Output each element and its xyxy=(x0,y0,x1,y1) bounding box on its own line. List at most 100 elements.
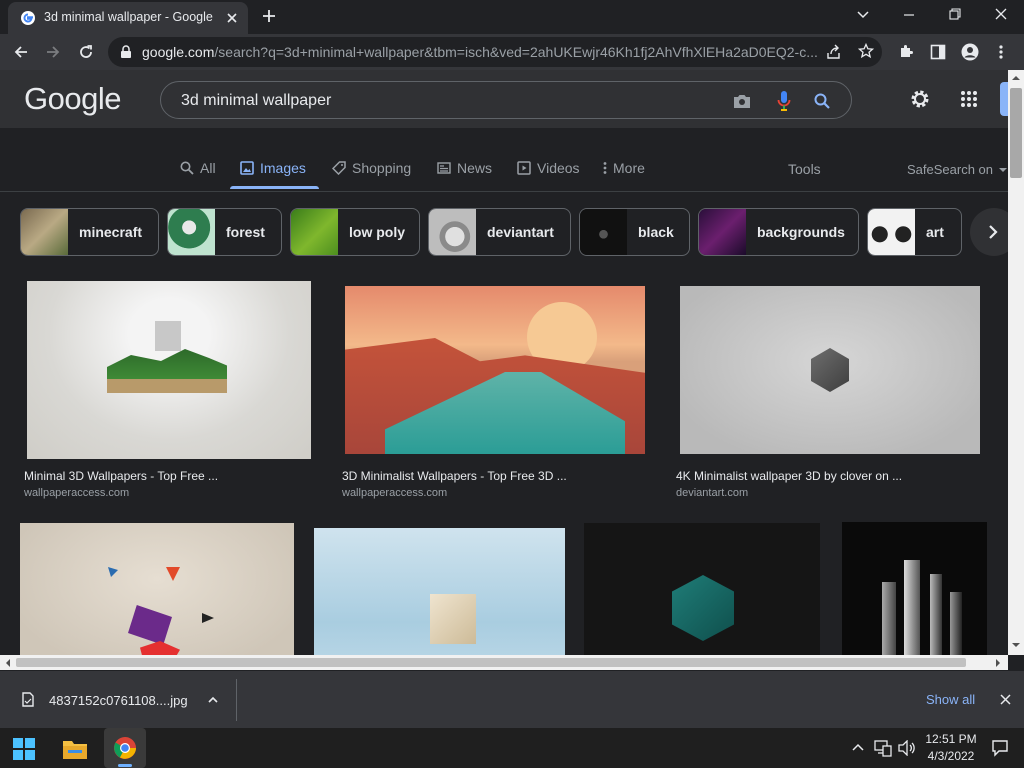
result-caption[interactable]: 4K Minimalist wallpaper 3D by clover on … xyxy=(676,469,902,483)
network-icon[interactable] xyxy=(874,739,892,757)
windows-start-icon[interactable] xyxy=(13,738,35,760)
download-item[interactable]: 4837152c0761108....jpg xyxy=(12,683,236,717)
result-image[interactable] xyxy=(584,523,820,655)
chip-label: deviantart xyxy=(487,224,554,240)
reload-icon[interactable] xyxy=(78,44,94,60)
chip-deviantart[interactable]: deviantart xyxy=(428,208,571,256)
minimize-icon[interactable] xyxy=(903,9,915,21)
chip-low-poly[interactable]: low poly xyxy=(290,208,420,256)
result-image[interactable] xyxy=(345,286,645,454)
chip-black[interactable]: black xyxy=(579,208,690,256)
notification-icon[interactable] xyxy=(991,739,1009,757)
google-logo[interactable]: Google xyxy=(24,81,121,117)
chip-thumbnail xyxy=(168,209,215,255)
account-button-edge[interactable] xyxy=(1000,82,1008,116)
back-arrow-icon[interactable] xyxy=(13,44,29,60)
pillar-shape xyxy=(930,574,942,655)
scroll-up-icon[interactable] xyxy=(1012,75,1020,81)
vertical-scrollbar[interactable] xyxy=(1008,70,1024,655)
chips-next-button[interactable] xyxy=(970,208,1008,256)
side-panel-icon[interactable] xyxy=(930,44,946,60)
tab-news[interactable]: News xyxy=(437,160,492,176)
profile-avatar-icon[interactable] xyxy=(961,43,979,61)
restore-icon[interactable] xyxy=(949,8,961,20)
close-download-shelf-icon[interactable] xyxy=(1000,694,1011,705)
tab-shopping[interactable]: Shopping xyxy=(332,160,411,176)
new-tab-icon[interactable] xyxy=(262,9,276,23)
image-shape xyxy=(107,379,227,393)
scroll-right-icon[interactable] xyxy=(995,659,1001,667)
search-icon[interactable] xyxy=(814,93,830,109)
result-image[interactable] xyxy=(680,286,980,454)
clock-date: 4/3/2022 xyxy=(927,749,975,763)
tray-overflow-chevron-icon[interactable] xyxy=(852,743,864,751)
show-all-downloads-link[interactable]: Show all xyxy=(926,692,975,707)
result-caption[interactable]: 3D Minimalist Wallpapers - Top Free 3D .… xyxy=(342,469,567,483)
tab-all[interactable]: All xyxy=(180,160,216,176)
tab-images-label: Images xyxy=(260,160,306,176)
horizontal-scrollbar[interactable] xyxy=(0,655,1008,670)
horizontal-scrollbar-thumb[interactable] xyxy=(16,658,966,667)
chip-minecraft[interactable]: minecraft xyxy=(20,208,159,256)
result-image[interactable] xyxy=(20,523,294,655)
result-source[interactable]: wallpaperaccess.com xyxy=(24,487,129,499)
vertical-scrollbar-thumb[interactable] xyxy=(1010,88,1022,178)
active-tab-indicator xyxy=(230,186,319,189)
forward-arrow-icon[interactable] xyxy=(45,44,61,60)
result-image[interactable] xyxy=(314,528,565,655)
result-caption[interactable]: Minimal 3D Wallpapers - Top Free ... xyxy=(24,469,218,483)
chip-thumbnail xyxy=(699,209,746,255)
result-image[interactable] xyxy=(842,522,987,655)
search-small-icon xyxy=(180,161,194,175)
google-header: Google 3d minimal wallpaper xyxy=(0,70,1008,128)
letter-blocks-shape xyxy=(430,594,476,644)
chrome-taskbar-button[interactable] xyxy=(104,728,146,768)
safesearch-button[interactable]: SafeSearch on xyxy=(907,162,1008,177)
chip-forest[interactable]: forest xyxy=(167,208,282,256)
dropdown-caret-icon xyxy=(999,167,1008,172)
result-source[interactable]: wallpaperaccess.com xyxy=(342,487,447,499)
close-tab-icon[interactable] xyxy=(226,12,238,24)
chip-art[interactable]: art xyxy=(867,208,962,256)
download-divider xyxy=(236,679,237,721)
settings-gear-icon[interactable] xyxy=(909,88,931,110)
image-shape xyxy=(140,641,180,655)
download-shelf: 4837152c0761108....jpg Show all xyxy=(0,670,1024,728)
tab-search-chevron-icon[interactable] xyxy=(856,10,870,20)
result-source[interactable]: deviantart.com xyxy=(676,487,748,499)
address-bar[interactable]: google.com/search?q=3d+minimal+wallpaper… xyxy=(108,37,882,67)
camera-search-icon[interactable] xyxy=(733,93,751,109)
search-box[interactable]: 3d minimal wallpaper xyxy=(160,81,852,119)
video-play-icon xyxy=(517,161,531,175)
scroll-down-icon[interactable] xyxy=(1012,642,1020,648)
chip-label: backgrounds xyxy=(757,224,845,240)
more-dots-icon xyxy=(603,162,607,174)
safesearch-label: SafeSearch on xyxy=(907,162,994,177)
tab-images[interactable]: Images xyxy=(240,160,306,176)
image-shape xyxy=(107,349,227,379)
bookmark-star-icon[interactable] xyxy=(858,43,874,59)
chevron-up-icon[interactable] xyxy=(208,696,218,703)
close-window-icon[interactable] xyxy=(995,8,1007,20)
microphone-icon[interactable] xyxy=(777,90,791,112)
browser-menu-kebab-icon[interactable] xyxy=(998,44,1004,60)
chip-label: black xyxy=(638,224,674,240)
search-input[interactable]: 3d minimal wallpaper xyxy=(181,92,331,110)
chip-backgrounds[interactable]: backgrounds xyxy=(698,208,859,256)
volume-icon[interactable] xyxy=(898,740,916,756)
url-path: /search?q=3d+minimal+wallpaper&tbm=isch&… xyxy=(214,44,818,60)
chip-thumbnail xyxy=(21,209,68,255)
tab-videos[interactable]: Videos xyxy=(517,160,580,176)
tab-more[interactable]: More xyxy=(603,160,645,176)
file-explorer-icon[interactable] xyxy=(62,738,88,760)
lock-icon xyxy=(121,45,131,58)
extensions-puzzle-icon[interactable] xyxy=(898,43,914,59)
google-apps-grid-icon[interactable] xyxy=(960,90,978,108)
share-icon[interactable] xyxy=(826,44,842,60)
scroll-left-icon[interactable] xyxy=(5,659,11,667)
news-icon xyxy=(437,162,451,174)
clock[interactable]: 12:51 PM 4/3/2022 xyxy=(924,732,978,763)
result-image[interactable] xyxy=(27,281,311,459)
tools-button[interactable]: Tools xyxy=(788,161,821,177)
browser-tab[interactable]: 3d minimal wallpaper - Google S xyxy=(8,2,248,34)
